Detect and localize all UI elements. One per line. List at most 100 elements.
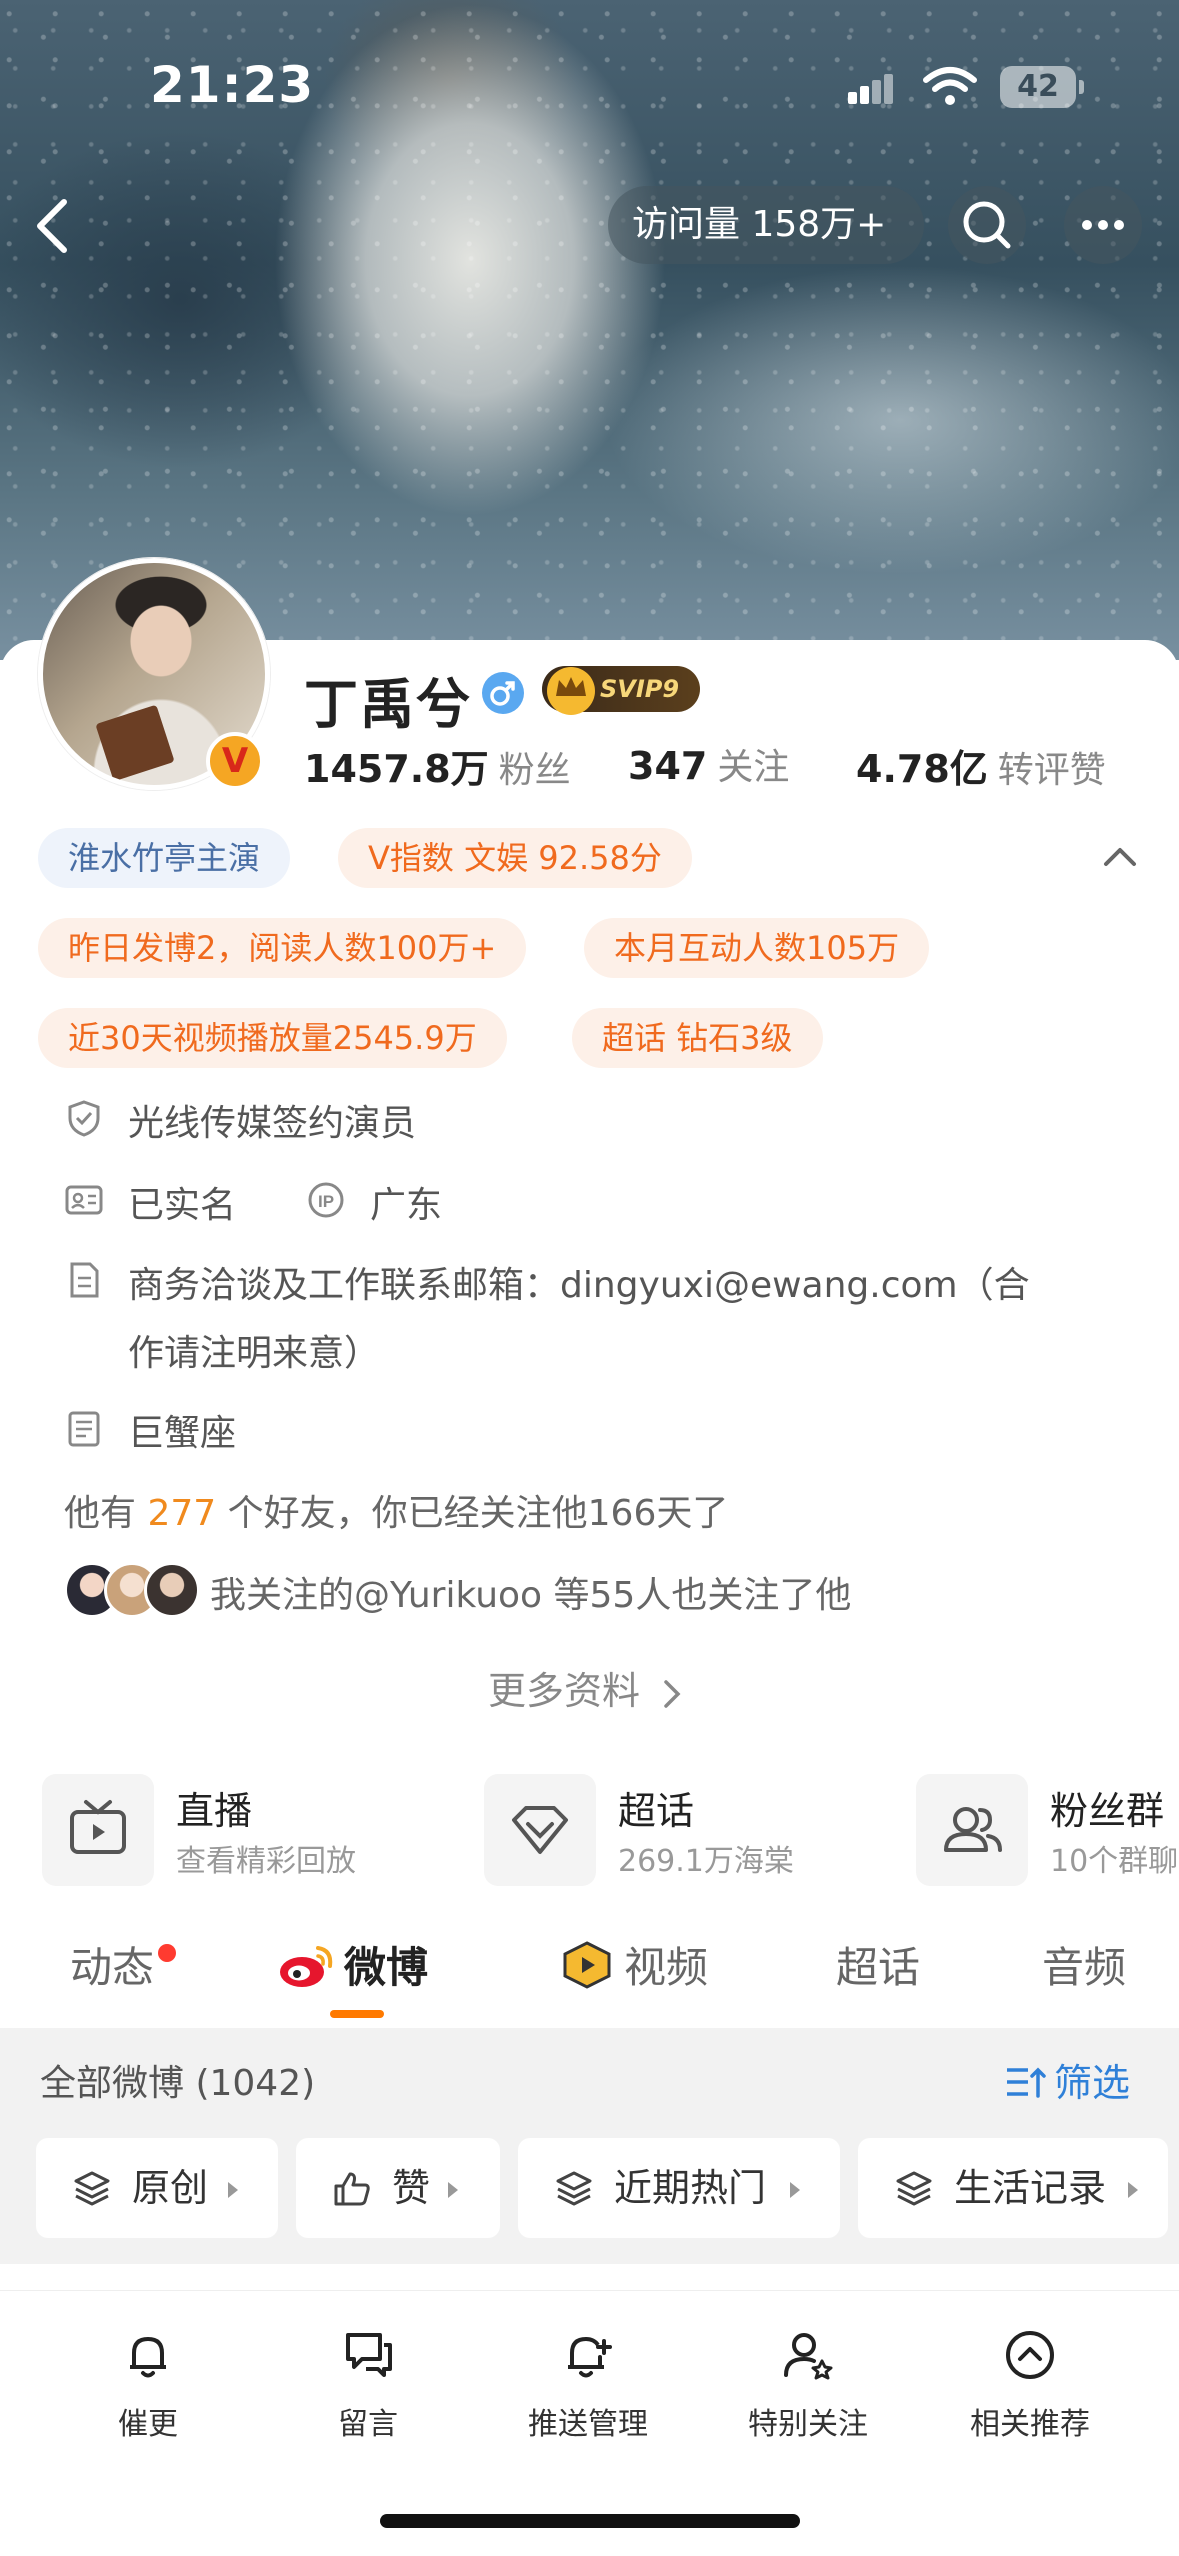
svip-label: SVIP9 <box>600 675 680 703</box>
caret-right-icon <box>1128 2182 1138 2198</box>
search-button[interactable] <box>948 186 1026 264</box>
group-users-icon <box>916 1774 1028 1886</box>
svg-text:IP: IP <box>318 1192 334 1211</box>
weibo-logo-icon <box>280 1946 333 1987</box>
nav-related-recommendations-label: 相关推荐 <box>970 2407 1090 2442</box>
profile-tabs: 动态 微博 视频 超话 音频 <box>0 1920 1179 2030</box>
friends-summary: 他有 277 个好友，你已经关注他166天了 <box>64 1484 728 1536</box>
super-topic-subtitle: 269.1万海棠 <box>618 1844 794 1879</box>
nav-urge-update[interactable]: 催更 <box>58 2327 238 2447</box>
followers-label: 粉丝 <box>498 750 571 791</box>
company-text: 光线传媒签约演员 <box>128 1103 417 1144</box>
contact-text-line2: 作请注明来意） <box>128 1333 381 1374</box>
user-star-icon <box>784 2333 833 2380</box>
status-bar: 21:23 42 <box>0 0 1179 170</box>
zodiac-text: 巨蟹座 <box>128 1413 237 1454</box>
chip-original-label: 原创 <box>132 2166 209 2210</box>
live-tv-icon <box>42 1774 154 1886</box>
visit-count: 访问量 158万+ <box>608 186 925 264</box>
tab-video-label: 视频 <box>624 1943 709 1992</box>
contact-text-line1: 商务洽谈及工作联系邮箱：dingyuxi@ewang.com（合 <box>128 1265 1030 1306</box>
tab-weibo[interactable]: 微博 <box>278 1934 428 1995</box>
verified-badge: V <box>206 732 264 790</box>
live-title: 直播 <box>176 1789 253 1833</box>
nav-special-follow[interactable]: 特别关注 <box>718 2327 898 2447</box>
followers-count: 1457.8万 <box>304 747 489 791</box>
filter-button[interactable]: 筛选 <box>1004 2052 1130 2107</box>
friends-count[interactable]: 277 <box>147 1493 216 1534</box>
chip-original[interactable]: 原创 <box>36 2138 278 2238</box>
nav-leave-message-label: 留言 <box>338 2407 398 2442</box>
tag-super-topic-level[interactable]: 超话 钻石3级 <box>572 1008 823 1068</box>
profile-name: 丁禹兮 <box>304 673 472 736</box>
id-card-icon <box>65 1185 103 1215</box>
document-icon <box>70 1262 99 1298</box>
chevron-up-icon[interactable] <box>1100 840 1140 870</box>
nav-related-recommendations[interactable]: 相关推荐 <box>940 2327 1120 2447</box>
mutual-avatar <box>144 1562 200 1618</box>
nav-leave-message[interactable]: 留言 <box>278 2327 458 2447</box>
tag-monthly-interactions[interactable]: 本月互动人数105万 <box>584 918 930 978</box>
nav-push-settings[interactable]: 推送管理 <box>498 2327 678 2447</box>
layers-icon <box>74 2171 110 2206</box>
ip-location-icon: IP <box>308 1182 344 1218</box>
following-label: 关注 <box>717 747 790 788</box>
tab-video[interactable]: 视频 <box>560 1934 708 1995</box>
chip-trending-label: 近期热门 <box>614 2166 767 2210</box>
chat-bubbles-icon <box>346 2333 392 2377</box>
tag-v-index[interactable]: V指数 文娱 92.58分 <box>338 828 692 888</box>
chip-likes[interactable]: 赞 <box>296 2138 500 2238</box>
caret-right-icon <box>448 2182 458 2198</box>
battery-indicator: 42 <box>1000 66 1084 108</box>
notification-dot <box>158 1944 176 1962</box>
video-badge-icon <box>563 1941 611 1989</box>
search-icon <box>963 201 1011 249</box>
chip-life-records[interactable]: 生活记录 <box>858 2138 1168 2238</box>
svip-badge[interactable]: SVIP9 <box>542 666 700 715</box>
cellular-signal-icon <box>848 72 893 104</box>
more-info-link[interactable]: 更多资料 <box>488 1660 684 1715</box>
back-arrow-icon[interactable] <box>28 196 78 256</box>
fan-group-subtitle: 10个群聊 <box>1050 1844 1179 1879</box>
following-stat[interactable]: 347 关注 <box>628 738 789 790</box>
layers-icon <box>896 2171 932 2206</box>
feed-total-count: 全部微博 (1042) <box>40 2063 316 2104</box>
friends-suffix: 个好友，你已经关注他166天了 <box>227 1493 729 1534</box>
nav-urge-update-label: 催更 <box>118 2407 178 2442</box>
caret-right-icon <box>228 2182 238 2198</box>
tag-drama-role[interactable]: 淮水竹亭主演 <box>38 828 291 888</box>
active-tab-indicator <box>330 2010 384 2018</box>
interactions-stat[interactable]: 4.78亿 转评赞 <box>856 738 1106 793</box>
layers-icon <box>556 2171 592 2206</box>
filter-label: 筛选 <box>1054 2061 1131 2105</box>
live-subtitle: 查看精彩回放 <box>176 1844 356 1879</box>
chip-life-records-label: 生活记录 <box>954 2166 1107 2210</box>
tab-super-topic[interactable]: 超话 <box>836 1934 920 1995</box>
super-topic-title: 超话 <box>618 1789 695 1833</box>
fan-group-title: 粉丝群 <box>1050 1789 1165 1833</box>
tab-activity[interactable]: 动态 <box>70 1934 154 1995</box>
tag-posts-yesterday[interactable]: 昨日发博2，阅读人数100万+ <box>38 918 527 978</box>
wifi-icon <box>923 67 977 105</box>
bell-plus-icon <box>568 2337 612 2378</box>
interactions-label: 转评赞 <box>997 750 1106 791</box>
interactions-count: 4.78亿 <box>856 747 988 791</box>
status-time: 21:23 <box>150 56 315 114</box>
calendar-icon <box>68 1411 100 1447</box>
home-indicator[interactable] <box>380 2514 800 2528</box>
circle-chevron-up-icon <box>1006 2331 1054 2379</box>
chip-trending[interactable]: 近期热门 <box>518 2138 840 2238</box>
more-dots-icon <box>1082 220 1124 230</box>
male-gender-icon <box>482 672 524 714</box>
crown-icon <box>547 667 595 715</box>
following-count: 347 <box>628 744 708 788</box>
tab-audio[interactable]: 音频 <box>1042 1934 1126 1995</box>
friends-prefix: 他有 <box>64 1493 137 1534</box>
more-options-button[interactable] <box>1064 186 1142 264</box>
followers-stat[interactable]: 1457.8万 粉丝 <box>304 738 571 793</box>
chevron-right-icon <box>664 1679 681 1708</box>
tag-video-plays[interactable]: 近30天视频播放量2545.9万 <box>38 1008 507 1068</box>
tab-weibo-label: 微博 <box>344 1943 429 1992</box>
chip-likes-label: 赞 <box>392 2166 431 2210</box>
shield-check-icon <box>68 1100 100 1137</box>
